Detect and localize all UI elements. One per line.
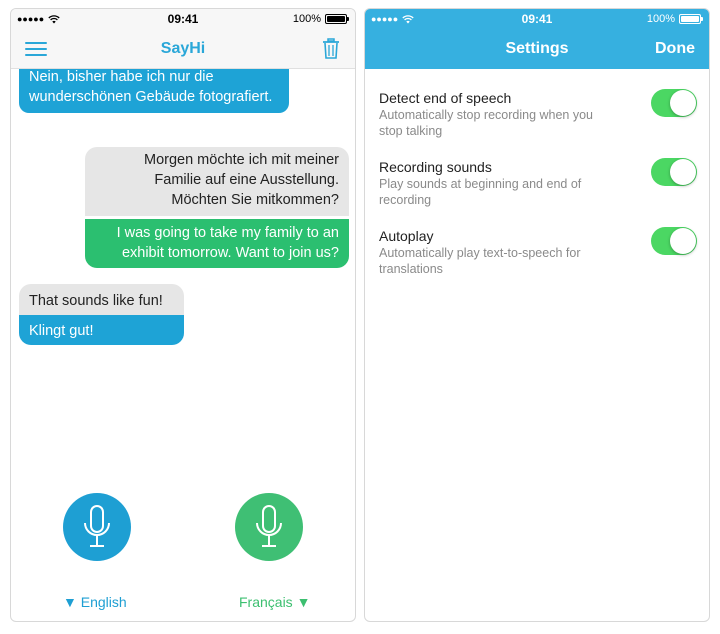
signal-dots-icon: ●●●●● [371,14,399,24]
setting-description: Automatically stop recording when you st… [379,108,594,138]
setting-title: Autoplay [379,228,434,244]
status-bar: ●●●●● 09:41 100% [365,9,709,29]
sayhi-chat-screen: ●●●●● 09:41 100% SayHi Nein, bisher habe… [10,8,356,622]
battery-icon [679,14,703,24]
message-bubble: I was going to take my family to an exhi… [85,219,349,268]
setting-description: Play sounds at beginning and end of reco… [379,177,582,207]
done-button[interactable]: Done [655,40,695,58]
toggle-recording-sounds[interactable] [651,158,697,186]
mic-button-francais[interactable] [235,493,303,561]
nav-bar: SayHi [11,29,355,69]
setting-recording-sounds: Recording sounds Play sounds at beginnin… [379,158,697,208]
conversation: Nein, bisher habe ich nur die wunderschö… [11,69,355,489]
microphone-icon [84,505,110,547]
menu-icon[interactable] [25,40,47,58]
mic-button-english[interactable] [63,493,131,561]
message-bubble: Klingt gut! [19,315,184,345]
language-selector-english[interactable]: ▼ English [63,594,127,610]
battery-icon [325,14,349,24]
message-bubble: Nein, bisher habe ich nur die wunderschö… [19,69,289,113]
wifi-icon [402,14,414,23]
setting-title: Recording sounds [379,159,492,175]
toggle-detect-end-of-speech[interactable] [651,89,697,117]
battery-percent: 100% [292,13,321,25]
message-bubble: That sounds like fun! [19,284,184,316]
setting-autoplay: Autoplay Automatically play text-to-spee… [379,227,697,277]
wifi-icon [48,14,60,23]
trash-icon[interactable] [321,38,341,60]
app-title: SayHi [160,39,206,57]
page-title: Settings [505,40,569,57]
status-bar: ●●●●● 09:41 100% [11,9,355,29]
setting-description: Automatically play text-to-speech for tr… [379,246,581,276]
setting-detect-end-of-speech: Detect end of speech Automatically stop … [379,89,697,139]
nav-bar: Settings Done [365,29,709,69]
setting-title: Detect end of speech [379,90,512,106]
toggle-autoplay[interactable] [651,227,697,255]
signal-dots-icon: ●●●●● [17,14,45,24]
settings-screen: ●●●●● 09:41 100% Settings Done Detect en… [364,8,710,622]
battery-percent: 100% [646,13,675,25]
message-bubble: Morgen möchte ich mit meiner Familie auf… [85,147,349,216]
microphone-icon [256,505,282,547]
language-selector-francais[interactable]: Français ▼ [239,594,310,610]
